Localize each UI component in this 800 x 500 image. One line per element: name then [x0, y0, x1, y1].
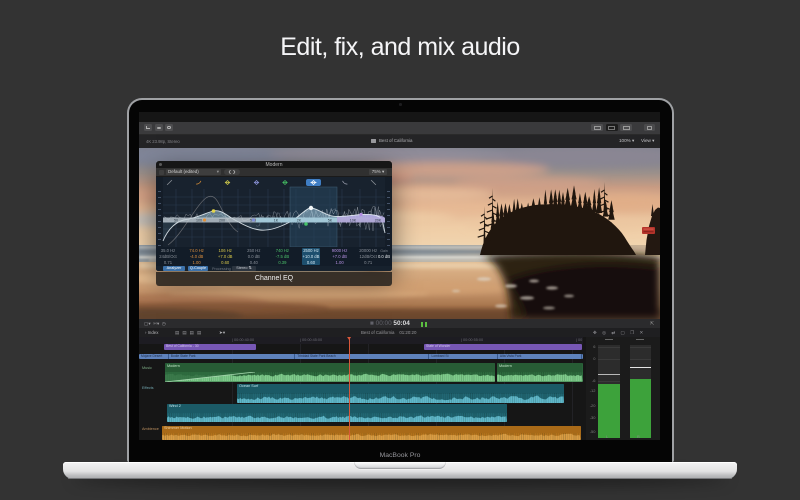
svg-text:100: 100 — [196, 218, 202, 222]
svg-text:1K: 1K — [274, 218, 279, 222]
svg-text:50: 50 — [174, 218, 178, 222]
svg-text:5K: 5K — [328, 218, 333, 222]
svg-text:2K: 2K — [297, 218, 302, 222]
svg-text:10K: 10K — [350, 218, 357, 222]
svg-text:200: 200 — [219, 218, 225, 222]
svg-text:20K: 20K — [375, 218, 382, 222]
